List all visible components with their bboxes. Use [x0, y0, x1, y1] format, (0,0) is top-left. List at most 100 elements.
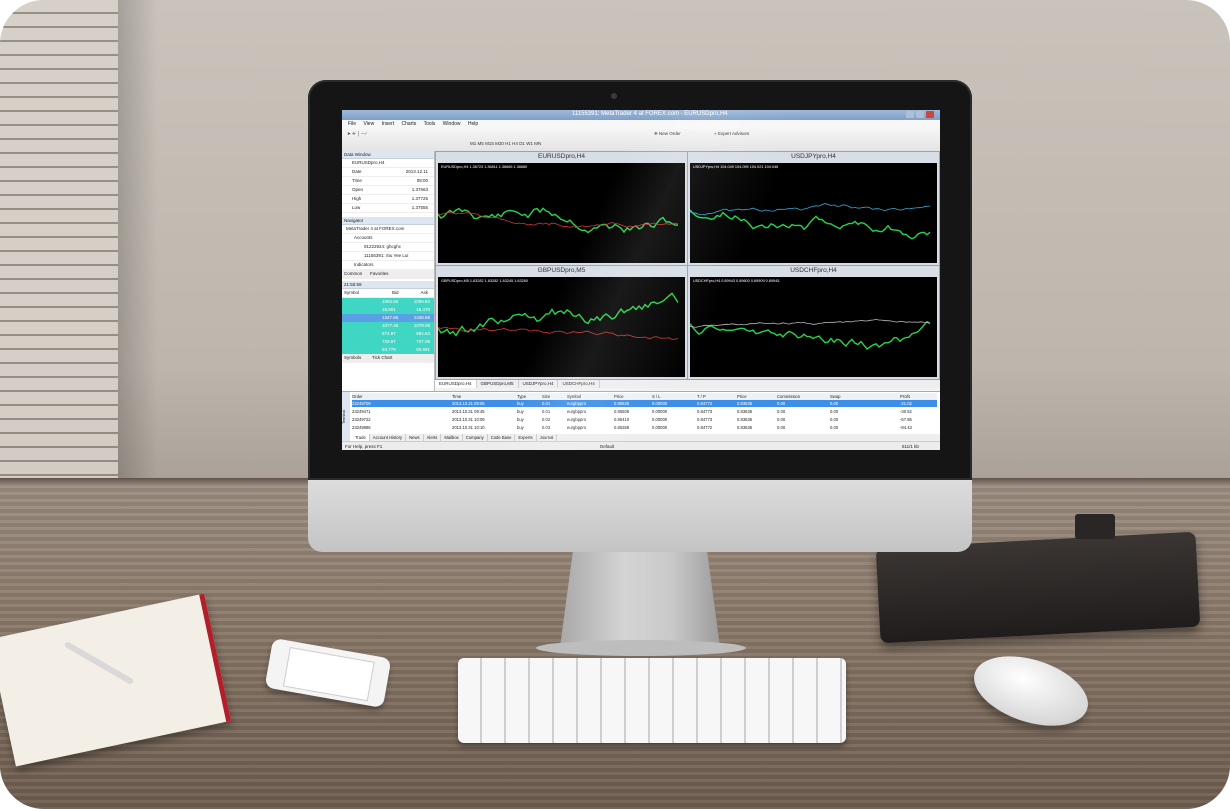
menu-tools[interactable]: Tools	[424, 120, 436, 129]
chart-tab[interactable]: USDCHFpro,H4	[558, 380, 600, 388]
terminal-tabs: Trade Account History News Alerts Mailbox Com…	[352, 434, 940, 441]
column-header[interactable]: S / L	[652, 393, 661, 400]
market-watch-row[interactable]: 1347.86 1348.59	[342, 314, 434, 322]
column-header[interactable]: T / P	[697, 393, 706, 400]
tab-tick-chart[interactable]: Tick Chart	[372, 354, 392, 362]
data-key: Low	[352, 205, 361, 210]
column-header[interactable]: Price	[614, 393, 624, 400]
navigator-tabs: Common Favorites	[342, 270, 434, 279]
table-cell: 0.84773	[697, 409, 713, 414]
market-watch-row[interactable]: 1063.66 1059.84	[342, 298, 434, 306]
market-watch-row[interactable]: 1077.46 1079.06	[342, 322, 434, 330]
chart-tab[interactable]: GBPUSDpro,M5	[477, 380, 519, 388]
column-ask: Ask	[420, 290, 428, 295]
menu-window[interactable]: Window	[443, 120, 461, 129]
close-button[interactable]	[926, 111, 934, 118]
terminal-tab[interactable]: Trade	[352, 434, 370, 441]
timeframe-h4[interactable]: H4	[512, 141, 518, 146]
column-header[interactable]: Commission	[777, 393, 800, 400]
table-cell: 0.85410	[614, 417, 630, 422]
chart-window[interactable]: USDCHFpro,H4 USDCHFpro,H4 0.89943 0.8960…	[688, 266, 939, 379]
chart-plot[interactable]: USDJPYpro,H4 104.049 104.095 104.021 104…	[690, 163, 937, 263]
market-watch-row[interactable]: 93.778 93.691	[342, 346, 434, 354]
status-help: For Help, press F1	[345, 444, 383, 449]
menu-file[interactable]: File	[348, 120, 356, 129]
table-row[interactable]: 23249886 2013.10.31 10:10 buy 0.03 eurgbppro…	[352, 424, 937, 431]
new-order-button[interactable]: ✚ New Order	[654, 130, 681, 138]
timeframe-d1[interactable]: D1	[519, 141, 525, 146]
navigator-accounts[interactable]: Accounts	[342, 234, 434, 243]
column-header[interactable]: Swap	[830, 393, 840, 400]
timeframe-m30[interactable]: M30	[495, 141, 504, 146]
timeframe-m1[interactable]: M1	[470, 141, 476, 146]
table-cell: eurgbppro	[567, 425, 587, 430]
expert-advisors-button[interactable]: ● Expert Advisors	[714, 130, 749, 138]
data-key: Time	[352, 178, 362, 183]
table-cell: buy	[517, 417, 524, 422]
terminal-tab[interactable]: Experts	[515, 434, 537, 441]
chart-tab[interactable]: EURUSDpro,H4	[435, 380, 477, 388]
terminal-tab[interactable]: Alerts	[424, 434, 442, 441]
timeframe-m15[interactable]: M15	[485, 141, 494, 146]
tab-symbols[interactable]: Symbols	[344, 354, 361, 362]
chart-window[interactable]: GBPUSDpro,M5 GBPUSDpro,M5 1.63282 1.6328…	[436, 266, 687, 379]
folio-strap	[1075, 514, 1115, 539]
table-row[interactable]: 23249709 2013.10.31 09:05 buy 0.01 eurgbppro…	[352, 400, 937, 407]
data-value: 2013.12.11	[405, 169, 428, 174]
imac-stand	[560, 552, 720, 647]
cursor-icon[interactable]: ➤ ✛ │ ─ ⁄	[347, 130, 366, 138]
chart-info: USDCHFpro,H4 0.89943 0.89600 0.89909 0.8…	[693, 279, 780, 283]
market-watch-row[interactable]: 733.87 737.08	[342, 338, 434, 346]
navigator-account[interactable]: 11155391: Siu Yee Lui	[342, 252, 434, 261]
timeframe-mn[interactable]: MN	[534, 141, 541, 146]
chart-plot[interactable]: EURUSDpro,H4 1.36723 1.36811 1.36665 1.3…	[438, 163, 685, 263]
navigator-root[interactable]: MetaTrader 4 at FOREX.com	[342, 225, 434, 234]
terminal-tab[interactable]: Account History	[370, 434, 407, 441]
column-header[interactable]: Type	[517, 393, 526, 400]
column-header[interactable]: Order	[352, 393, 363, 400]
terminal-tab[interactable]: Mailbox	[441, 434, 463, 441]
terminal-tab[interactable]: Journal	[537, 434, 558, 441]
market-watch-row[interactable]: 874.97 882.63	[342, 330, 434, 338]
chart-window[interactable]: EURUSDpro,H4 EURUSDpro,H4 1.36723 1.3681…	[436, 152, 687, 265]
tab-common[interactable]: Common	[344, 270, 362, 278]
tab-favorites[interactable]: Favorites	[370, 270, 389, 278]
navigator-account[interactable]: 91222924: ghcghc	[342, 243, 434, 252]
column-header[interactable]: Symbol	[567, 393, 581, 400]
table-cell: 23249471	[352, 409, 371, 414]
column-header[interactable]: Price	[737, 393, 747, 400]
new-order-icon: ✚	[654, 131, 658, 136]
market-watch-row[interactable]: 15.501 15.470	[342, 306, 434, 314]
menu-insert[interactable]: Insert	[382, 120, 395, 129]
ask-value: 882.63	[416, 331, 430, 336]
table-cell: buy	[517, 409, 524, 414]
chart-plot[interactable]: GBPUSDpro,M5 1.63282 1.63282 1.63245 1.6…	[438, 277, 685, 377]
table-cell: buy	[517, 425, 524, 430]
timeframe-w1[interactable]: W1	[526, 141, 533, 146]
chart-window[interactable]: USDJPYpro,H4 USDJPYpro,H4 104.049 104.09…	[688, 152, 939, 265]
column-header[interactable]: Profit	[900, 393, 910, 400]
menu-help[interactable]: Help	[468, 120, 478, 129]
maximize-button[interactable]	[916, 111, 924, 118]
chart-plot[interactable]: USDCHFpro,H4 0.89943 0.89600 0.89909 0.8…	[690, 277, 937, 377]
terminal-tab[interactable]: Code Base	[488, 434, 516, 441]
table-cell: 2013.10.31 09:45	[452, 409, 485, 414]
table-row[interactable]: 23249722 2013.10.31 10:09 buy 0.02 eurgbppro…	[352, 416, 937, 423]
navigator-indicators[interactable]: Indicators	[342, 261, 434, 270]
timeframe-h1[interactable]: H1	[505, 141, 511, 146]
menu-charts[interactable]: Charts	[402, 120, 417, 129]
table-cell: 0.83635	[737, 409, 753, 414]
terminal-panel: Terminal Order Time Type Size Symbol Price S /…	[342, 391, 940, 442]
table-row[interactable]: 23249471 2013.10.31 09:45 buy 0.01 eurgbppro…	[352, 408, 937, 415]
chart-info: GBPUSDpro,M5 1.63282 1.63282 1.63245 1.6…	[441, 279, 528, 283]
chart-tab[interactable]: USDJPYpro,H4	[519, 380, 559, 388]
table-cell: -30.52	[900, 409, 912, 414]
timeframe-m5[interactable]: M5	[478, 141, 484, 146]
terminal-tab[interactable]: Company	[463, 434, 488, 441]
ask-value: 1059.84	[413, 299, 430, 304]
terminal-tab[interactable]: News	[406, 434, 424, 441]
column-header[interactable]: Size	[542, 393, 550, 400]
column-header[interactable]: Time	[452, 393, 461, 400]
minimize-button[interactable]	[906, 111, 914, 118]
menu-view[interactable]: View	[363, 120, 374, 129]
